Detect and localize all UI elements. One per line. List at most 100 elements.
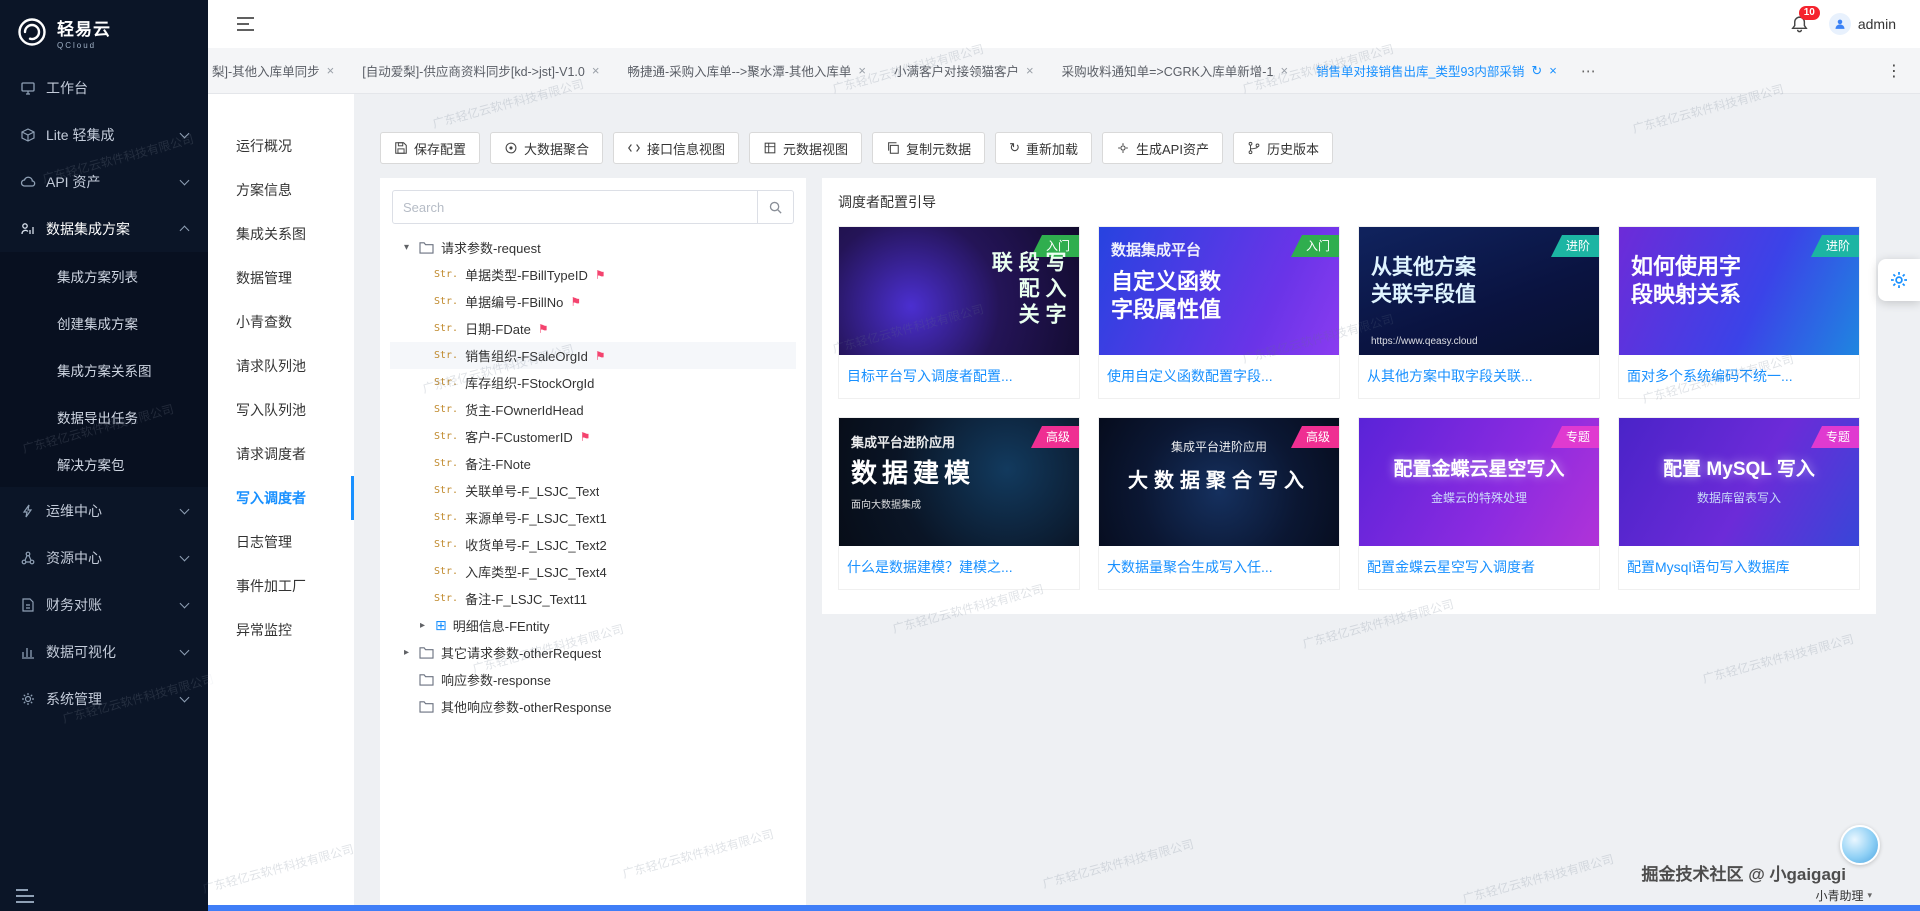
plan-nav-exception-monitor[interactable]: 异常监控 <box>208 608 354 652</box>
guide-card[interactable]: 高级 集成平台进阶应用 大数据聚合写入 大数据量聚合生成写入任... <box>1098 417 1340 590</box>
big-data-aggregate-button[interactable]: 大数据聚合 <box>490 132 603 164</box>
user-menu[interactable]: admin <box>1829 13 1896 35</box>
assistant-toggle[interactable]: 小青助理 ▾ <box>1815 887 1872 904</box>
plan-nav-overview[interactable]: 运行概况 <box>208 124 354 168</box>
sidebar-item-workbench[interactable]: 工作台 <box>0 64 208 111</box>
plan-nav-write-scheduler[interactable]: 写入调度者 <box>208 476 354 520</box>
guide-card[interactable]: 专题 配置 MySQL 写入 数据库留表写入 配置Mysql语句写入数据库 <box>1618 417 1860 590</box>
card-link[interactable]: 目标平台写入调度者配置... <box>839 355 1079 398</box>
sidebar-subitem-plan-list[interactable]: 集成方案列表 <box>0 252 208 299</box>
tree-field[interactable]: Str.货主-FOwnerIdHead <box>390 396 796 423</box>
sidebar-submenu: 集成方案列表 创建集成方案 集成方案关系图 数据导出任务 解决方案包 <box>0 252 208 487</box>
tab[interactable]: 小满客户对接领猫客户 × <box>880 48 1048 93</box>
tree-field[interactable]: Str.客户-FCustomerID⚑ <box>390 423 796 450</box>
guide-card[interactable]: 专题 配置金蝶云星空写入 金蝶云的特殊处理 配置金蝶云星空写入调度者 <box>1358 417 1600 590</box>
tab[interactable]: 梨]-其他入库单同步 × <box>208 48 348 93</box>
plan-nav-request-scheduler[interactable]: 请求调度者 <box>208 432 354 476</box>
tab[interactable]: 畅捷通-采购入库单-->聚水潭-其他入库单 × <box>613 48 880 93</box>
tab[interactable]: [自动爱梨]-供应商资料同步[kd->jst]-V1.0 × <box>348 48 613 93</box>
tree-field[interactable]: Str.关联单号-F_LSJC_Text <box>390 477 796 504</box>
tab-close-icon[interactable]: × <box>1280 63 1288 78</box>
sidebar-item-finance-recon[interactable]: 财务对账 <box>0 581 208 628</box>
tree-node-entity[interactable]: ▸ ⊞ 明细信息-FEntity <box>390 612 796 639</box>
plan-nav-data-mgmt[interactable]: 数据管理 <box>208 256 354 300</box>
sidebar-subitem-create-plan[interactable]: 创建集成方案 <box>0 299 208 346</box>
plan-nav-write-queue[interactable]: 写入队列池 <box>208 388 354 432</box>
tree-node-response[interactable]: 响应参数-response <box>390 666 796 693</box>
sidebar-collapse-button[interactable] <box>16 895 34 897</box>
save-config-button[interactable]: 保存配置 <box>380 132 480 164</box>
plan-nav-event-factory[interactable]: 事件加工厂 <box>208 564 354 608</box>
sidebar-item-data-integration[interactable]: 数据集成方案 <box>0 205 208 252</box>
card-link[interactable]: 配置Mysql语句写入数据库 <box>1619 546 1859 589</box>
tab-close-icon[interactable]: × <box>592 63 600 78</box>
folder-icon <box>419 673 434 686</box>
tree-node-other-response[interactable]: 其他响应参数-otherResponse <box>390 693 796 720</box>
tabs-more-icon[interactable]: ⋯ <box>1571 62 1606 80</box>
tab[interactable]: 采购收料通知单=>CGRK入库单新增-1 × <box>1048 48 1302 93</box>
reload-button[interactable]: ↻ 重新加载 <box>995 132 1092 164</box>
tab-close-icon[interactable]: × <box>1026 63 1034 78</box>
plan-nav-request-queue[interactable]: 请求队列池 <box>208 344 354 388</box>
card-link[interactable]: 什么是数据建模？建模之... <box>839 546 1079 589</box>
caret-right-icon[interactable]: ▸ <box>420 620 435 631</box>
sidebar-item-resource-center[interactable]: 资源中心 <box>0 534 208 581</box>
settings-fab[interactable] <box>1878 259 1920 301</box>
tab-close-icon[interactable]: × <box>1549 63 1557 78</box>
guide-card[interactable]: 入门 写入字段配关联 目标平台写入调度者配置... <box>838 226 1080 399</box>
search-input[interactable] <box>393 191 757 223</box>
guide-card[interactable]: 进阶 如何使用字 段映射关系 面对多个系统编码不统一... <box>1618 226 1860 399</box>
tree-field[interactable]: Str.收货单号-F_LSJC_Text2 <box>390 531 796 558</box>
sidebar-subitem-solution-pack[interactable]: 解决方案包 <box>0 440 208 487</box>
card-link[interactable]: 大数据量聚合生成写入任... <box>1099 546 1339 589</box>
guide-card[interactable]: 进阶 从其他方案 关联字段值 https://www.qeasy.cloud 从… <box>1358 226 1600 399</box>
tree-field[interactable]: Str.单据类型-FBillTypeID⚑ <box>390 261 796 288</box>
card-link[interactable]: 配置金蝶云星空写入调度者 <box>1359 546 1599 589</box>
guide-card[interactable]: 入门 数据集成平台 自定义函数 字段属性值 使用自定义函数配置字段... <box>1098 226 1340 399</box>
sidebar-item-system-admin[interactable]: 系统管理 <box>0 675 208 722</box>
sidebar-item-api-assets[interactable]: API 资产 <box>0 158 208 205</box>
plan-nav-info[interactable]: 方案信息 <box>208 168 354 212</box>
card-link[interactable]: 从其他方案中取字段关联... <box>1359 355 1599 398</box>
tree-node-request[interactable]: ▾ 请求参数-request <box>390 234 796 261</box>
tree-field[interactable]: Str.单据编号-FBillNo⚑ <box>390 288 796 315</box>
assistant-avatar[interactable] <box>1840 825 1880 865</box>
tree-field[interactable]: Str.备注-F_LSJC_Text11 <box>390 585 796 612</box>
caret-down-icon[interactable]: ▾ <box>404 242 419 253</box>
sidebar-item-data-viz[interactable]: 数据可视化 <box>0 628 208 675</box>
tabs-menu-icon[interactable]: ⋮ <box>1878 61 1920 81</box>
horizontal-scrollbar[interactable] <box>208 905 1920 911</box>
tab-close-icon[interactable]: × <box>327 63 335 78</box>
card-link[interactable]: 使用自定义函数配置字段... <box>1099 355 1339 398</box>
plan-nav-xiaoqing-query[interactable]: 小青查数 <box>208 300 354 344</box>
sidebar-item-ops-center[interactable]: 运维中心 <box>0 487 208 534</box>
interface-info-view-button[interactable]: 接口信息视图 <box>613 132 739 164</box>
plan-nav-log-mgmt[interactable]: 日志管理 <box>208 520 354 564</box>
chevron-down-icon <box>180 551 190 561</box>
tree-field[interactable]: Str.入库类型-F_LSJC_Text4 <box>390 558 796 585</box>
content-area: 运行概况 方案信息 集成关系图 数据管理 小青查数 请求队列池 写入队列池 请求… <box>208 94 1920 911</box>
tree-field[interactable]: Str.来源单号-F_LSJC_Text1 <box>390 504 796 531</box>
tree-field[interactable]: Str.库存组织-FStockOrgId <box>390 369 796 396</box>
copy-metadata-button[interactable]: 复制元数据 <box>872 132 985 164</box>
sidebar-subitem-plan-graph[interactable]: 集成方案关系图 <box>0 346 208 393</box>
search-button[interactable] <box>757 191 793 223</box>
tab-active[interactable]: 销售单对接销售出库_类型93内部采销 ↻ × <box>1302 48 1571 93</box>
tree-field[interactable]: Str.日期-FDate⚑ <box>390 315 796 342</box>
menu-toggle-button[interactable] <box>236 17 255 31</box>
caret-right-icon[interactable]: ▸ <box>404 647 419 658</box>
notifications-button[interactable]: 10 <box>1790 15 1809 34</box>
history-versions-button[interactable]: 历史版本 <box>1233 132 1333 164</box>
metadata-view-button[interactable]: 元数据视图 <box>749 132 862 164</box>
generate-api-asset-button[interactable]: 生成API资产 <box>1102 132 1223 164</box>
tab-refresh-icon[interactable]: ↻ <box>1531 63 1542 79</box>
sidebar-subitem-data-export[interactable]: 数据导出任务 <box>0 393 208 440</box>
tab-close-icon[interactable]: × <box>858 63 866 78</box>
tree-field-selected[interactable]: Str.销售组织-FSaleOrgId⚑ <box>390 342 796 369</box>
plan-nav-relation-graph[interactable]: 集成关系图 <box>208 212 354 256</box>
tree-node-other-request[interactable]: ▸ 其它请求参数-otherRequest <box>390 639 796 666</box>
sidebar-item-lite[interactable]: Lite 轻集成 <box>0 111 208 158</box>
tree-field[interactable]: Str.备注-FNote <box>390 450 796 477</box>
guide-card[interactable]: 高级 集成平台进阶应用 数据建模 面向大数据集成 什么是数据建模？建模之... <box>838 417 1080 590</box>
card-link[interactable]: 面对多个系统编码不统一... <box>1619 355 1859 398</box>
